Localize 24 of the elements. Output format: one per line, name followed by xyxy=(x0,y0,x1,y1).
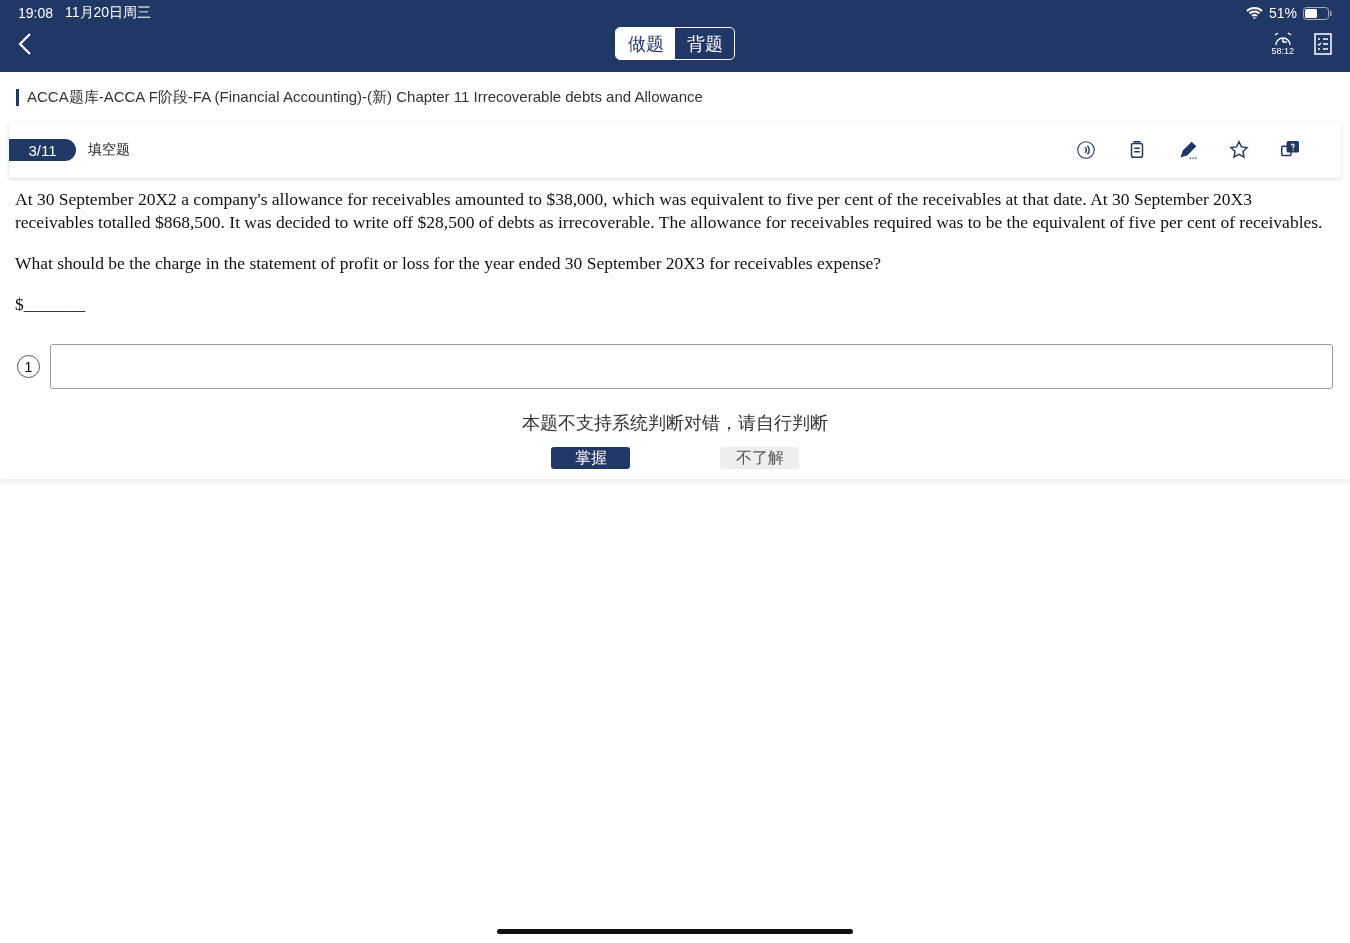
status-date: 11月20日周三 xyxy=(65,4,152,22)
audio-icon[interactable] xyxy=(1075,139,1097,161)
status-time: 19:08 xyxy=(18,5,54,21)
question-text: At 30 September 20X2 a company's allowance for receivables amounted to $38,000, which was equivalent to five per cent of the receivables at that date. At 30 September 20X3 receivables totalled $868,500. It was decided to write off $28,500 of debts as irrecoverable. The allowance for receivables required was to be the equivalent of five per cent of receivables. xyxy=(15,188,1324,234)
mode-tab[interactable]: 做题 xyxy=(616,28,675,59)
star-icon[interactable] xyxy=(1228,139,1250,161)
wifi-icon xyxy=(1245,7,1263,19)
back-icon[interactable] xyxy=(18,32,32,56)
breadcrumb-title: ACCA题库-ACCA F阶段-FA (Financial Accounting)-(新) Chapter 11 Irrecoverable debts and Allowance xyxy=(27,87,703,107)
pencil-icon[interactable] xyxy=(1177,139,1199,161)
mode-tab[interactable]: 背题 xyxy=(675,28,734,59)
battery-icon xyxy=(1303,6,1332,20)
progress-badge: 3/11 xyxy=(9,139,76,161)
timer-text: 58:12 xyxy=(1271,46,1294,56)
feedback-message: 本题不支持系统判断对错，请自行判断 xyxy=(522,412,828,435)
question-type: 填空题 xyxy=(88,141,130,159)
self-assess-button[interactable]: 掌握 xyxy=(551,447,630,469)
question-text: $_______ xyxy=(15,293,86,316)
answer-sheet-icon[interactable] xyxy=(1314,33,1332,55)
answer-field[interactable] xyxy=(50,344,1333,389)
alarm-clock-icon[interactable] xyxy=(1272,32,1293,46)
battery-percent: 51% xyxy=(1268,5,1297,21)
question-text: What should be the charge in the statement of profit or loss for the year ended 30 September 20X3 for receivables expense? xyxy=(15,252,883,275)
self-assess-button[interactable]: 不了解 xyxy=(720,447,799,469)
